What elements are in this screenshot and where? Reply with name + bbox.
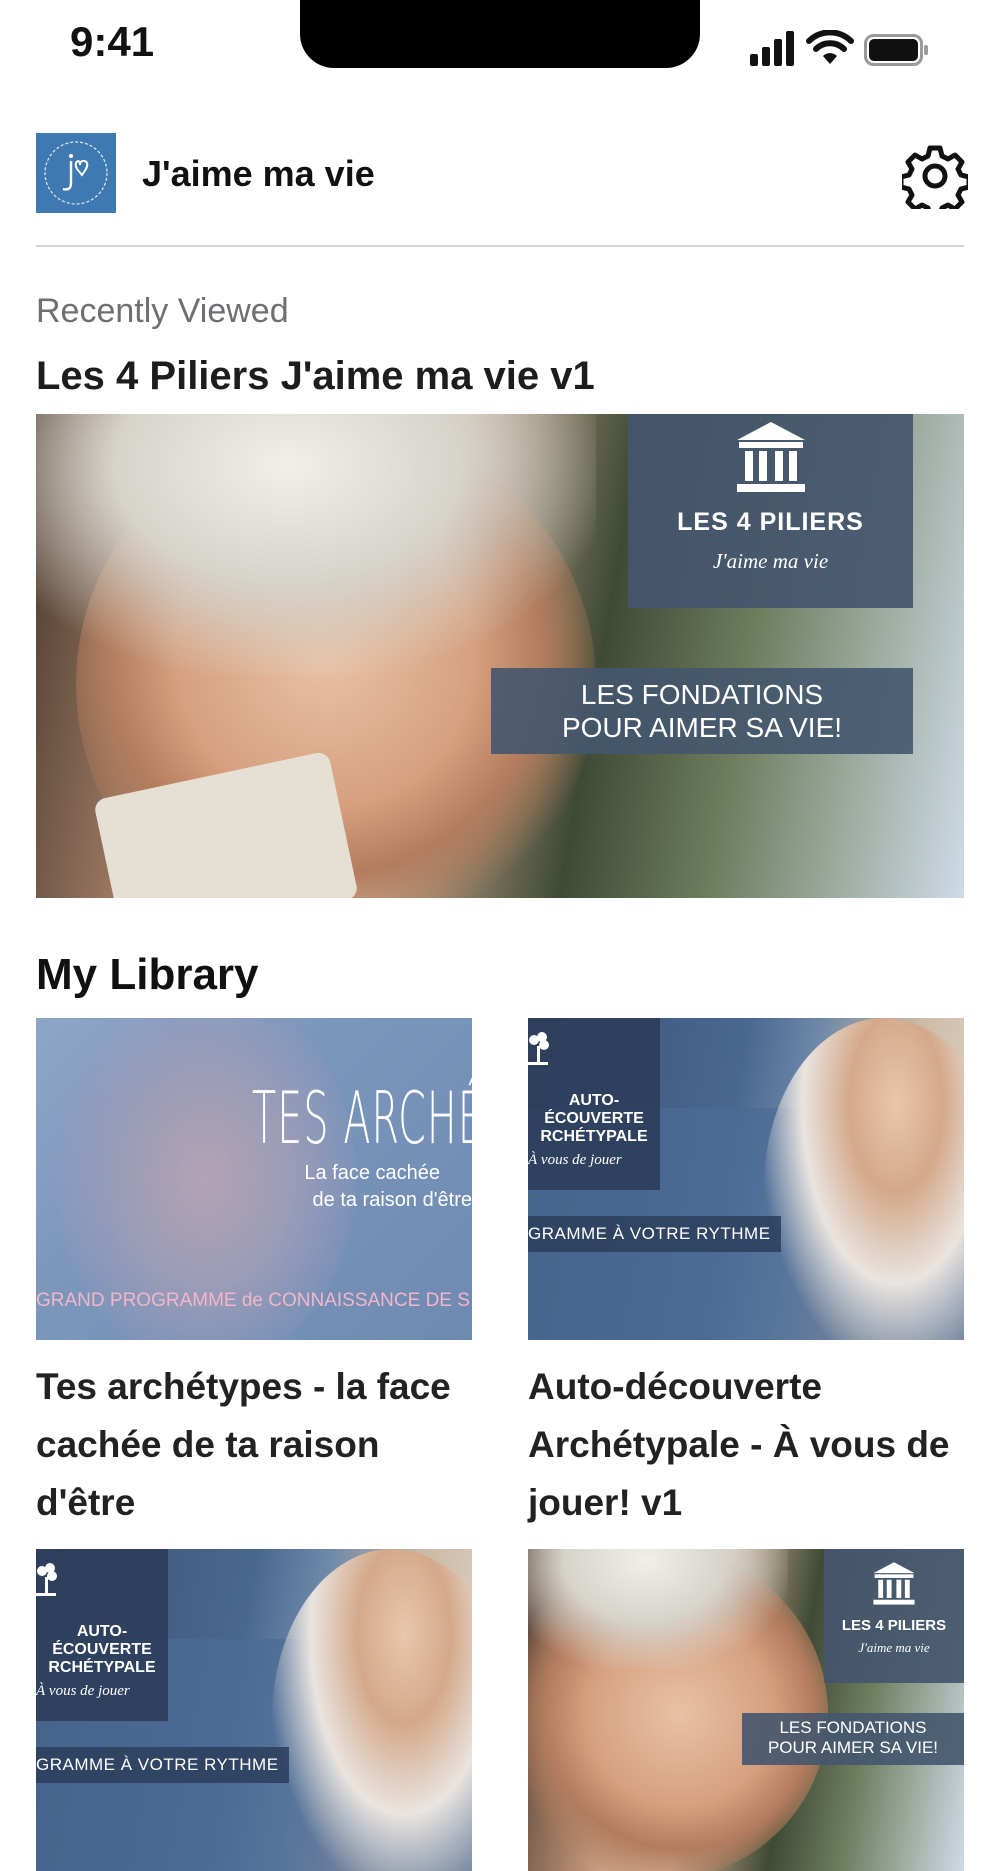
library-card[interactable]: TES ARCHÉTY La face cachée de ta raison … [36, 1018, 472, 1532]
thumbnail-strip-text: GRAND PROGRAMME de CONNAISSANCE DE S [36, 1290, 470, 1311]
library-card[interactable]: LES 4 PILIERS J'aime ma vie LES FONDATIO… [528, 1549, 964, 1871]
hero-banner: LES FONDATIONS POUR AIMER SA VIE! [491, 668, 913, 754]
library-card-title[interactable]: Tes archétypes - la face cachée de ta ra… [36, 1358, 472, 1532]
thumbnail-badge-title: AUTO- ÉCOUVERTE RCHÉTYPALE [540, 1092, 648, 1145]
battery-icon [864, 34, 928, 66]
recently-viewed-thumbnail[interactable]: LES 4 PILIERS J'aime ma vie LES FONDATIO… [36, 414, 964, 898]
thumbnail-badge-subtitle: À vous de jouer [36, 1683, 130, 1699]
thumbnail-badge: AUTO- ÉCOUVERTE RCHÉTYPALE À vous de jou… [36, 1549, 168, 1721]
hero-badge-subtitle: J'aime ma vie [712, 549, 829, 573]
thumbnail-banner-line1: LES FONDATIONS [779, 1718, 927, 1737]
pillar-building-icon [736, 422, 805, 492]
hero-badge-title: LES 4 PILIERS [677, 508, 864, 536]
app-logo[interactable] [36, 133, 116, 213]
thumbnail-subtitle-line1: La face cachée [304, 1162, 440, 1184]
recently-viewed-label: Recently Viewed [36, 292, 289, 330]
status-bar: 9:41 [0, 0, 1000, 90]
thumbnail-photo-person [272, 1549, 472, 1871]
tree-icon [36, 1563, 57, 1596]
library-card-thumbnail[interactable]: AUTO- ÉCOUVERTE RCHÉTYPALE À vous de jou… [528, 1018, 964, 1340]
thumbnail-subtitle-line2: de ta raison d'être [312, 1189, 472, 1211]
settings-gear-icon[interactable] [902, 143, 968, 209]
thumbnail-badge-subtitle: J'aime ma vie [858, 1640, 930, 1655]
library-card[interactable]: AUTO- ÉCOUVERTE RCHÉTYPALE À vous de jou… [528, 1018, 964, 1532]
library-card-thumbnail[interactable]: TES ARCHÉTY La face cachée de ta raison … [36, 1018, 472, 1340]
library-title: My Library [36, 950, 259, 999]
thumbnail-banner: LES FONDATIONS POUR AIMER SA VIE! [742, 1713, 964, 1765]
hero-banner-line2: POUR AIMER SA VIE! [561, 712, 843, 743]
app-header: J'aime ma vie [36, 133, 968, 215]
thumbnail-photo-person [764, 1018, 964, 1340]
thumbnail-badge-title: AUTO- ÉCOUVERTE RCHÉTYPALE [48, 1623, 156, 1676]
status-time: 9:41 [70, 18, 155, 65]
library-card-title[interactable]: Auto-découverte Archétypale - À vous de … [528, 1358, 964, 1532]
thumbnail-subtitle: La face cachée de ta raison d'être [256, 1160, 472, 1214]
library-card[interactable]: AUTO- ÉCOUVERTE RCHÉTYPALE À vous de jou… [36, 1549, 472, 1871]
signal-icon [750, 31, 794, 66]
thumbnail-badge: AUTO- ÉCOUVERTE RCHÉTYPALE À vous de jou… [528, 1018, 660, 1190]
app-title: J'aime ma vie [142, 153, 375, 194]
header-divider [36, 245, 964, 247]
thumbnail-title-text: TES ARCHÉTY [252, 1076, 472, 1160]
device-notch [300, 0, 700, 68]
thumbnail-badge-subtitle: À vous de jouer [528, 1152, 622, 1168]
thumbnail-badge-title: LES 4 PILIERS [841, 1617, 947, 1634]
hero-badge: LES 4 PILIERS J'aime ma vie [628, 414, 913, 608]
tree-icon [528, 1032, 549, 1065]
thumbnail-photo-hair [528, 1549, 788, 1669]
wifi-icon [806, 30, 854, 64]
hero-photo-hair [36, 414, 596, 674]
pillar-building-icon [873, 1562, 915, 1605]
thumbnail-strip-text: GRAMME À VOTRE RYTHME [528, 1216, 781, 1252]
recently-viewed-title[interactable]: Les 4 Piliers J'aime ma vie v1 [36, 354, 595, 399]
thumbnail-banner-line2: POUR AIMER SA VIE! [767, 1738, 939, 1757]
thumbnail-badge: LES 4 PILIERS J'aime ma vie [824, 1549, 964, 1683]
library-card-thumbnail[interactable]: AUTO- ÉCOUVERTE RCHÉTYPALE À vous de jou… [36, 1549, 472, 1871]
library-card-thumbnail[interactable]: LES 4 PILIERS J'aime ma vie LES FONDATIO… [528, 1549, 964, 1871]
hero-banner-line1: LES FONDATIONS [580, 679, 824, 710]
